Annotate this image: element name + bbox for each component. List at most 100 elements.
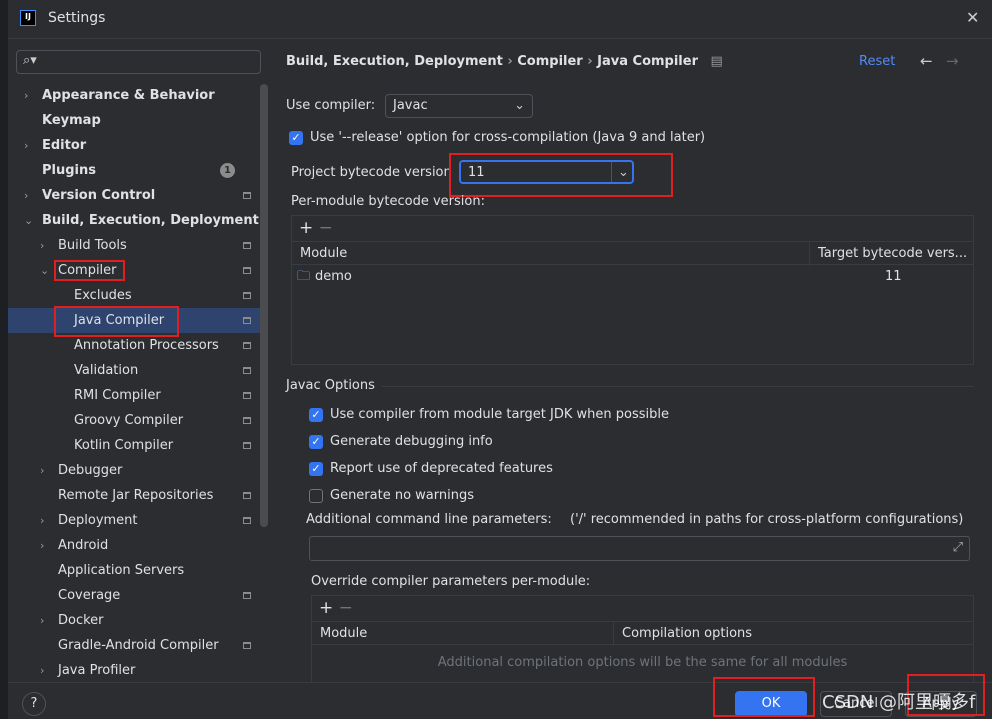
project-level-icon [243,192,251,199]
option-checkbox[interactable]: ✓ [309,435,323,449]
highlight-ok [713,677,815,717]
project-level-icon [243,317,251,324]
highlight-compiler [54,260,125,281]
add-icon[interactable]: + [299,218,313,238]
breadcrumb: Build, Execution, Deployment › Compiler … [286,54,723,69]
sidebar-item-label: Android [58,538,109,553]
cmd-params-input[interactable]: ⤢ [309,536,970,561]
sidebar-item-label: Build, Execution, Deployment [42,213,259,228]
chevron-right-icon[interactable]: › [40,233,44,258]
table-row[interactable]: 🗀 demo 11 [292,265,973,289]
option-checkbox[interactable]: ✓ [309,408,323,422]
settings-search-input[interactable]: ⌕▾ [16,50,261,74]
sidebar-scrollbar[interactable] [260,84,268,527]
project-level-icon [243,342,251,349]
project-level-icon [243,442,251,449]
sidebar-item[interactable]: Excludes [8,283,268,308]
sidebar-item[interactable]: › Build Tools [8,233,268,258]
highlight-java-compiler [54,306,179,337]
chevron-right-icon[interactable]: › [24,133,28,158]
option-checkbox[interactable] [309,489,323,503]
back-arrow-icon[interactable]: ← [920,52,933,70]
sidebar-item[interactable]: Keymap [8,108,268,133]
project-level-icon [243,392,251,399]
chevron-right-icon[interactable]: › [24,83,28,108]
sidebar-item-label: Debugger [58,463,123,478]
sidebar-item[interactable]: › Version Control [8,183,268,208]
release-option-checkbox[interactable]: ✓ [289,131,303,145]
sidebar-item[interactable]: ⌄ Compiler [8,258,268,283]
chevron-down-icon[interactable]: ⌄ [24,208,33,233]
sidebar-item[interactable]: › Java Profiler [8,658,268,683]
sidebar-item-label: Build Tools [58,238,127,253]
project-level-icon [243,592,251,599]
sidebar-item-label: Appearance & Behavior [42,88,215,103]
folder-icon: 🗀 [297,269,311,284]
sidebar-item[interactable]: Remote Jar Repositories [8,483,268,508]
sidebar-item[interactable]: Kotlin Compiler [8,433,268,458]
remove-icon[interactable]: − [339,598,353,618]
add-icon[interactable]: + [319,598,333,618]
search-icon: ⌕▾ [23,53,37,68]
sidebar-item-label: Deployment [58,513,138,528]
chevron-down-icon[interactable]: ⌄ [40,258,49,283]
window-title: Settings [48,10,106,26]
sidebar-item[interactable]: › Editor [8,133,268,158]
javac-section-title: Javac Options [286,378,375,393]
reset-button[interactable]: Reset [859,54,895,69]
sidebar-item[interactable]: › Appearance & Behavior [8,83,268,108]
sidebar-item-label: Gradle-Android Compiler [58,638,219,653]
option-label: Generate no warnings [330,488,475,503]
project-level-icon [243,267,251,274]
sidebar-item[interactable]: › Docker [8,608,268,633]
column-header[interactable]: Compilation options [613,622,752,646]
sidebar-item[interactable]: Validation [8,358,268,383]
chevron-right-icon[interactable]: › [24,183,28,208]
sidebar-item[interactable]: Plugins 1 [8,158,268,183]
divider [8,38,992,39]
sidebar-item[interactable]: Coverage [8,583,268,608]
expand-icon: ⤢ [952,540,963,555]
per-module-label: Per-module bytecode version: [291,194,485,209]
breadcrumb-item[interactable]: Build, Execution, Deployment [286,54,503,69]
sidebar-item-label: Kotlin Compiler [74,438,174,453]
chevron-right-icon[interactable]: › [40,658,44,683]
help-button[interactable]: ? [22,692,46,716]
per-module-table: + − Module Target bytecode vers... 🗀 demo 1… [291,215,974,365]
highlight-bytecode [449,153,673,197]
use-compiler-select[interactable]: Javac ⌄ [385,94,533,118]
sidebar-item[interactable]: Gradle-Android Compiler [8,633,268,658]
sidebar-item-label: Application Servers [58,563,185,578]
breadcrumb-item[interactable]: Compiler [517,54,582,69]
chevron-right-icon[interactable]: › [40,458,44,483]
sidebar-item[interactable]: Application Servers [8,558,268,583]
sidebar-item[interactable]: › Android [8,533,268,558]
column-header[interactable]: Module [320,622,367,646]
sidebar-item-label: Groovy Compiler [74,413,184,428]
sidebar-item[interactable]: RMI Compiler [8,383,268,408]
remove-icon[interactable]: − [319,218,333,238]
sidebar-item-label: Keymap [42,113,101,128]
sidebar-item[interactable]: Groovy Compiler [8,408,268,433]
option-checkbox[interactable]: ✓ [309,462,323,476]
project-level-icon [243,642,251,649]
column-header[interactable]: Module [300,242,347,266]
update-badge: 1 [220,163,235,178]
chevron-down-icon: ⌄ [514,98,525,113]
sidebar-item[interactable]: ⌄ Build, Execution, Deployment [8,208,268,233]
release-option-label: Use '--release' option for cross-compila… [310,130,706,145]
background-window-edge [0,0,8,719]
project-level-icon [243,492,251,499]
sidebar-item-label: RMI Compiler [74,388,161,403]
sidebar-item[interactable]: › Deployment [8,508,268,533]
project-level-icon [243,242,251,249]
chevron-right-icon[interactable]: › [40,508,44,533]
close-icon[interactable]: ✕ [966,8,979,27]
chevron-right-icon[interactable]: › [40,533,44,558]
chevron-right-icon[interactable]: › [40,608,44,633]
sidebar-item[interactable]: › Debugger [8,458,268,483]
bytecode-label: Project bytecode version [291,165,452,180]
project-level-icon [243,417,251,424]
column-header[interactable]: Target bytecode vers... [809,242,967,266]
forward-arrow-icon[interactable]: → [946,52,959,70]
